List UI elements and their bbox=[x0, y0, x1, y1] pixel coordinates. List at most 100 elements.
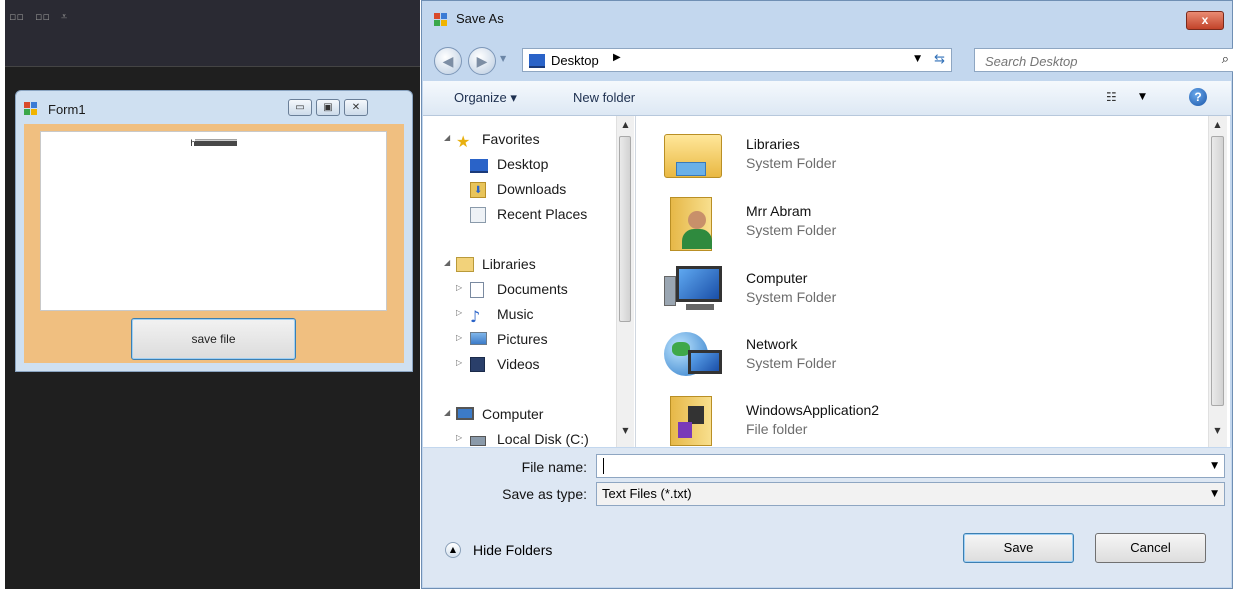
refresh-icon[interactable]: ⇆ bbox=[934, 52, 945, 67]
desktop-icon bbox=[529, 54, 545, 68]
toolbar-icon[interactable]: ▫▫ bbox=[9, 10, 24, 23]
tree-item-desktop[interactable]: Desktop bbox=[423, 155, 613, 177]
address-bar[interactable]: Desktop ▶ ▼ ⇆ bbox=[522, 48, 952, 72]
text-cursor bbox=[603, 458, 604, 474]
tree-item-label: Recent Places bbox=[497, 206, 588, 222]
address-dropdown-icon[interactable]: ▼ bbox=[914, 54, 921, 64]
tree-item-videos[interactable]: ▷ Videos bbox=[423, 355, 613, 377]
scrollbar-thumb[interactable] bbox=[619, 136, 631, 322]
item-type: System Folder bbox=[746, 222, 837, 238]
form1-window: Form1 ▭ ▣ ✕ hiiiiiiiiiiiiiiiiiiiiiiiiiii… bbox=[15, 90, 413, 372]
tree-item-documents[interactable]: ▷ Documents bbox=[423, 280, 613, 302]
save-options-panel: File name: ▼ Save as type: Text Files (*… bbox=[423, 448, 1231, 587]
scrollbar-thumb[interactable] bbox=[1211, 136, 1224, 406]
text-box-value: hiiiiiiiiiiiiiiiiiiiiiiiiiiiiiiiiiiiiiii… bbox=[190, 138, 238, 148]
form1-client-area: hiiiiiiiiiiiiiiiiiiiiiiiiiiiiiiiiiiiiiii… bbox=[24, 124, 404, 363]
tree-item-label: Libraries bbox=[482, 256, 536, 272]
minimize-button[interactable]: ▭ bbox=[288, 99, 312, 116]
file-name-field[interactable]: ▼ bbox=[596, 454, 1225, 478]
navigation-row: ◀ ▶ ▼ Desktop ▶ ▼ ⇆ ⌕ bbox=[432, 45, 1233, 75]
tree-item-computer[interactable]: ◢ Computer bbox=[423, 405, 613, 427]
save-button[interactable]: Save bbox=[963, 533, 1074, 563]
search-icon[interactable]: ⌕ bbox=[1222, 52, 1229, 67]
views-dropdown-icon[interactable]: ▼ bbox=[1139, 92, 1146, 102]
scroll-down-icon[interactable]: ▼ bbox=[1209, 426, 1226, 435]
scroll-up-icon[interactable]: ▲ bbox=[617, 120, 634, 129]
help-icon[interactable]: ? bbox=[1189, 88, 1207, 106]
item-type: System Folder bbox=[746, 289, 837, 305]
close-icon: ✕ bbox=[351, 102, 361, 113]
list-item-libraries[interactable]: Libraries System Folder bbox=[662, 128, 1162, 188]
tree-item-favorites[interactable]: ◢ ★ Favorites bbox=[423, 130, 613, 152]
address-segment-desktop[interactable]: Desktop bbox=[551, 53, 599, 68]
list-item-mrr-abram[interactable]: Mrr Abram System Folder bbox=[662, 195, 1162, 255]
close-button[interactable]: ✕ bbox=[344, 99, 368, 116]
tree-item-label: Downloads bbox=[497, 181, 567, 197]
maximize-icon: ▣ bbox=[323, 102, 333, 113]
collapsed-arrow-icon[interactable]: ▷ bbox=[456, 283, 462, 292]
network-icon bbox=[662, 328, 722, 384]
dialog-app-icon bbox=[434, 13, 448, 27]
ide-toolbar: ▫▫ ▫▫ ⩡ bbox=[5, 0, 420, 67]
search-box[interactable]: ⌕ bbox=[974, 48, 1233, 73]
music-icon: ♪ bbox=[470, 307, 481, 326]
file-list-scrollbar[interactable]: ▲ ▼ bbox=[1208, 116, 1227, 447]
save-as-dialog: Save As x ◀ ▶ ▼ Desktop ▶ ▼ ⇆ ⌕ Organize… bbox=[421, 0, 1233, 589]
dialog-close-button[interactable]: x bbox=[1186, 11, 1224, 30]
collapsed-arrow-icon[interactable]: ▷ bbox=[456, 358, 462, 367]
tree-item-libraries[interactable]: ◢ Libraries bbox=[423, 255, 613, 277]
text-box[interactable]: hiiiiiiiiiiiiiiiiiiiiiiiiiiiiiiiiiiiiiii… bbox=[40, 131, 387, 311]
expanded-arrow-icon[interactable]: ◢ bbox=[444, 258, 450, 267]
dialog-title: Save As bbox=[456, 11, 504, 26]
computer-icon bbox=[662, 262, 722, 318]
views-icon[interactable]: ☷ bbox=[1106, 90, 1120, 104]
pictures-icon bbox=[470, 332, 487, 345]
navigation-scrollbar[interactable]: ▲ ▼ bbox=[616, 116, 634, 447]
maximize-button[interactable]: ▣ bbox=[316, 99, 340, 116]
collapsed-arrow-icon[interactable]: ▷ bbox=[456, 333, 462, 342]
libraries-folder-icon bbox=[662, 128, 722, 184]
tree-item-recent-places[interactable]: Recent Places bbox=[423, 205, 613, 227]
toolbar-dropdown-icon[interactable]: ⩡ bbox=[61, 10, 67, 24]
list-item-windowsapplication2[interactable]: WindowsApplication2 File folder bbox=[662, 394, 1162, 447]
back-arrow-icon: ◀ bbox=[442, 53, 454, 69]
file-name-dropdown-icon[interactable]: ▼ bbox=[1211, 461, 1218, 471]
collapsed-arrow-icon[interactable]: ▷ bbox=[456, 308, 462, 317]
form1-titlebar: Form1 ▭ ▣ ✕ bbox=[24, 99, 404, 123]
expanded-arrow-icon[interactable]: ◢ bbox=[444, 133, 450, 142]
save-type-dropdown-icon[interactable]: ▼ bbox=[1211, 489, 1218, 499]
file-list-pane: Libraries System Folder Mrr Abram System… bbox=[636, 116, 1230, 447]
item-type: System Folder bbox=[746, 155, 837, 171]
recent-pages-dropdown-icon[interactable]: ▼ bbox=[500, 54, 506, 63]
save-type-select[interactable]: Text Files (*.txt) ▼ bbox=[596, 482, 1225, 506]
scroll-down-icon[interactable]: ▼ bbox=[617, 426, 634, 435]
tree-item-pictures[interactable]: ▷ Pictures bbox=[423, 330, 613, 352]
save-type-label: Save as type: bbox=[502, 486, 587, 502]
toolbar-icon[interactable]: ▫▫ bbox=[35, 10, 50, 23]
list-item-computer[interactable]: Computer System Folder bbox=[662, 262, 1162, 322]
tree-item-label: Favorites bbox=[482, 131, 540, 147]
cancel-button[interactable]: Cancel bbox=[1095, 533, 1206, 563]
save-file-button[interactable]: save file bbox=[131, 318, 296, 360]
tree-item-local-disk[interactable]: ▷ Local Disk (C:) bbox=[423, 430, 613, 447]
organize-menu[interactable]: Organize ▾ bbox=[454, 90, 517, 106]
chevron-right-icon[interactable]: ▶ bbox=[613, 52, 621, 63]
command-bar: Organize ▾ New folder ☷ ▼ ? bbox=[423, 81, 1231, 116]
navigation-pane: ◢ ★ Favorites Desktop ⬇ Downloads Recent… bbox=[423, 116, 636, 447]
collapsed-arrow-icon[interactable]: ▷ bbox=[456, 433, 462, 442]
documents-icon bbox=[470, 282, 484, 298]
list-item-network[interactable]: Network System Folder bbox=[662, 328, 1162, 388]
tree-item-label: Desktop bbox=[497, 156, 549, 172]
back-button[interactable]: ◀ bbox=[434, 47, 462, 75]
item-type: System Folder bbox=[746, 355, 837, 371]
scroll-up-icon[interactable]: ▲ bbox=[1209, 120, 1226, 129]
new-folder-button[interactable]: New folder bbox=[573, 90, 635, 105]
forward-button[interactable]: ▶ bbox=[468, 47, 496, 75]
search-input[interactable] bbox=[975, 49, 1217, 73]
tree-item-music[interactable]: ▷ ♪ Music bbox=[423, 305, 613, 327]
downloads-icon: ⬇ bbox=[470, 182, 486, 198]
save-file-label: save file bbox=[191, 332, 236, 346]
libraries-icon bbox=[456, 257, 474, 272]
expanded-arrow-icon[interactable]: ◢ bbox=[444, 408, 450, 417]
tree-item-downloads[interactable]: ⬇ Downloads bbox=[423, 180, 613, 202]
